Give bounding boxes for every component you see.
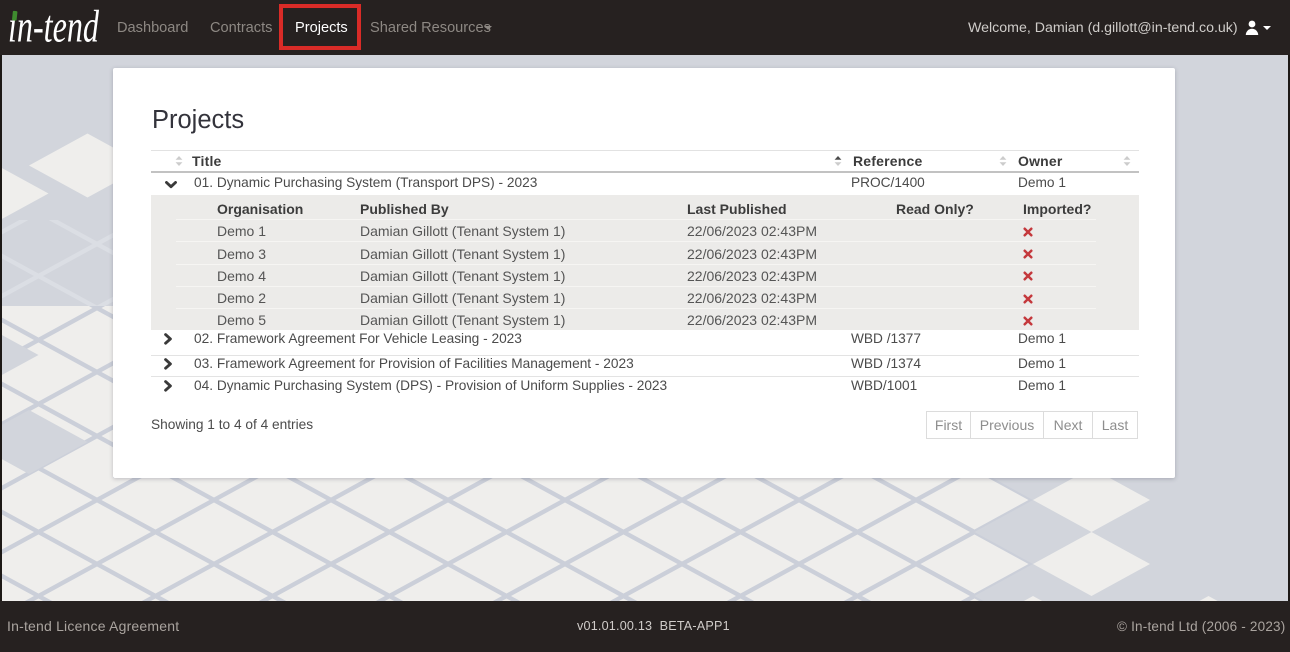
svg-text:ın-tend: ın-tend [8,2,99,52]
